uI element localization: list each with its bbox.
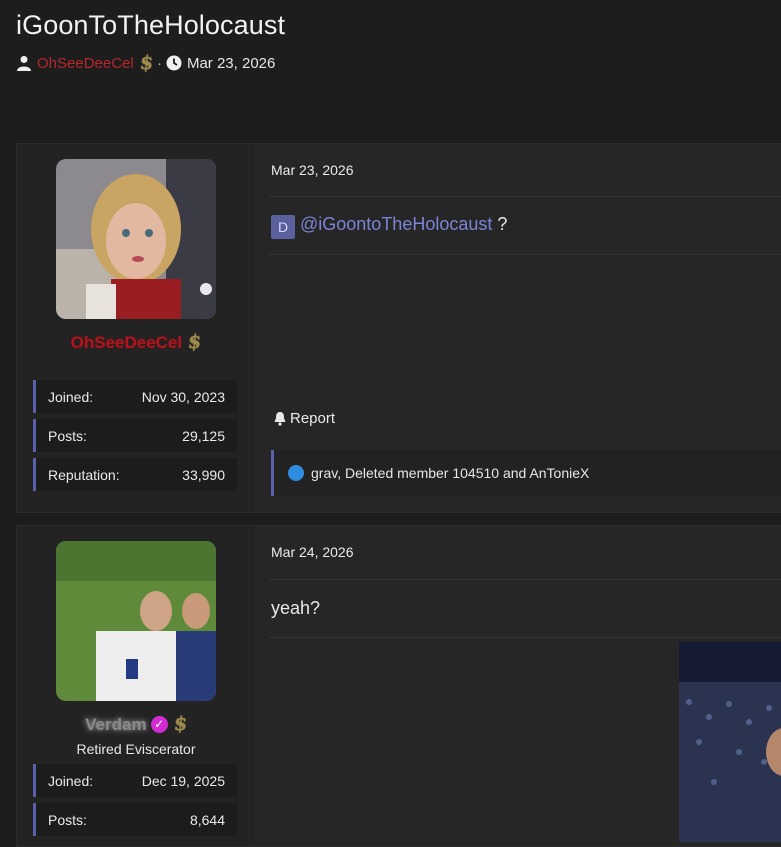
post-date[interactable]: Mar 23, 2026 [271,162,354,178]
verified-check-icon: ✓ [150,716,168,733]
mention-avatar[interactable]: D [271,215,295,239]
stat-value: 29,125 [182,427,225,444]
dollar-badge-icon: $ [186,331,203,353]
post-user-column: Verdam ✓ $ Retired Eviscerator Joined: Dec… [17,526,256,846]
divider [269,254,781,255]
thread-author-link[interactable]: OhSeeDeeCel [37,55,134,72]
clock-icon [166,55,182,71]
user-icon [17,56,31,71]
stat-label: Posts: [48,427,87,444]
stat-reputation: Reputation: 33,990 [33,458,237,491]
stat-posts: Posts: 29,125 [33,419,237,452]
stat-joined: Joined: Nov 30, 2023 [33,380,237,413]
stat-value: Nov 30, 2023 [141,388,225,405]
divider [269,196,781,197]
dollar-badge-icon: $ [172,713,188,735]
stat-label: Reputation: [48,466,120,483]
avatar[interactable] [56,159,216,319]
stat-joined: Joined: Dec 19, 2025 [33,764,237,797]
report-button[interactable]: Report [273,410,335,427]
post-content: Mar 23, 2026 D @iGoontoTheHolocaust ? Rep… [255,144,781,512]
post: OhSeeDeeCel $ Joined: Nov 30, 2023 Posts:… [16,143,781,513]
embedded-image[interactable] [679,642,781,842]
stat-label: Joined: [48,772,94,789]
stat-value: 33,990 [182,466,225,483]
post-date[interactable]: Mar 24, 2026 [271,544,354,560]
thread-title: iGoonToTheHolocaust [16,10,286,40]
mention-link[interactable]: @iGoontoTheHolocaust [300,214,492,234]
report-label: Report [290,410,336,427]
thread-date[interactable]: Mar 23, 2026 [187,55,275,72]
stat-value: 8,644 [189,811,225,828]
post: Verdam ✓ $ Retired Eviscerator Joined: Dec… [16,525,781,847]
like-icon [288,465,304,481]
username-text[interactable]: Verdam [85,715,146,734]
stat-label: Posts: [48,811,87,828]
divider [269,637,781,638]
reactions-bar[interactable]: grav, Deleted member 104510 and AnTonieX [271,450,781,496]
stat-label: Joined: [48,388,94,405]
post-user-column: OhSeeDeeCel $ Joined: Nov 30, 2023 Posts:… [17,144,256,512]
post-arrow [255,556,269,576]
post-body: D @iGoontoTheHolocaust ? [271,214,507,239]
post-username[interactable]: Verdam ✓ $ [17,713,255,735]
post-arrow [255,174,269,194]
thread-meta: OhSeeDeeCel $ · Mar 23, 2026 [16,52,275,74]
post-content: Mar 24, 2026 yeah? [255,526,781,846]
stat-value: Dec 19, 2025 [141,772,225,789]
stat-posts: Posts: 8,644 [33,803,237,836]
meta-separator: · [156,54,162,72]
avatar[interactable] [56,541,216,701]
bell-icon [274,412,286,426]
dollar-badge-icon: $ [138,52,155,74]
post-body: yeah? [271,598,321,618]
post-text: ? [492,214,508,234]
username-text[interactable]: OhSeeDeeCel [71,333,183,352]
divider [269,579,781,580]
reactions-text[interactable]: grav, Deleted member 104510 and AnTonieX [311,465,589,481]
post-username[interactable]: OhSeeDeeCel $ [17,331,255,353]
user-title: Retired Eviscerator [76,741,196,757]
